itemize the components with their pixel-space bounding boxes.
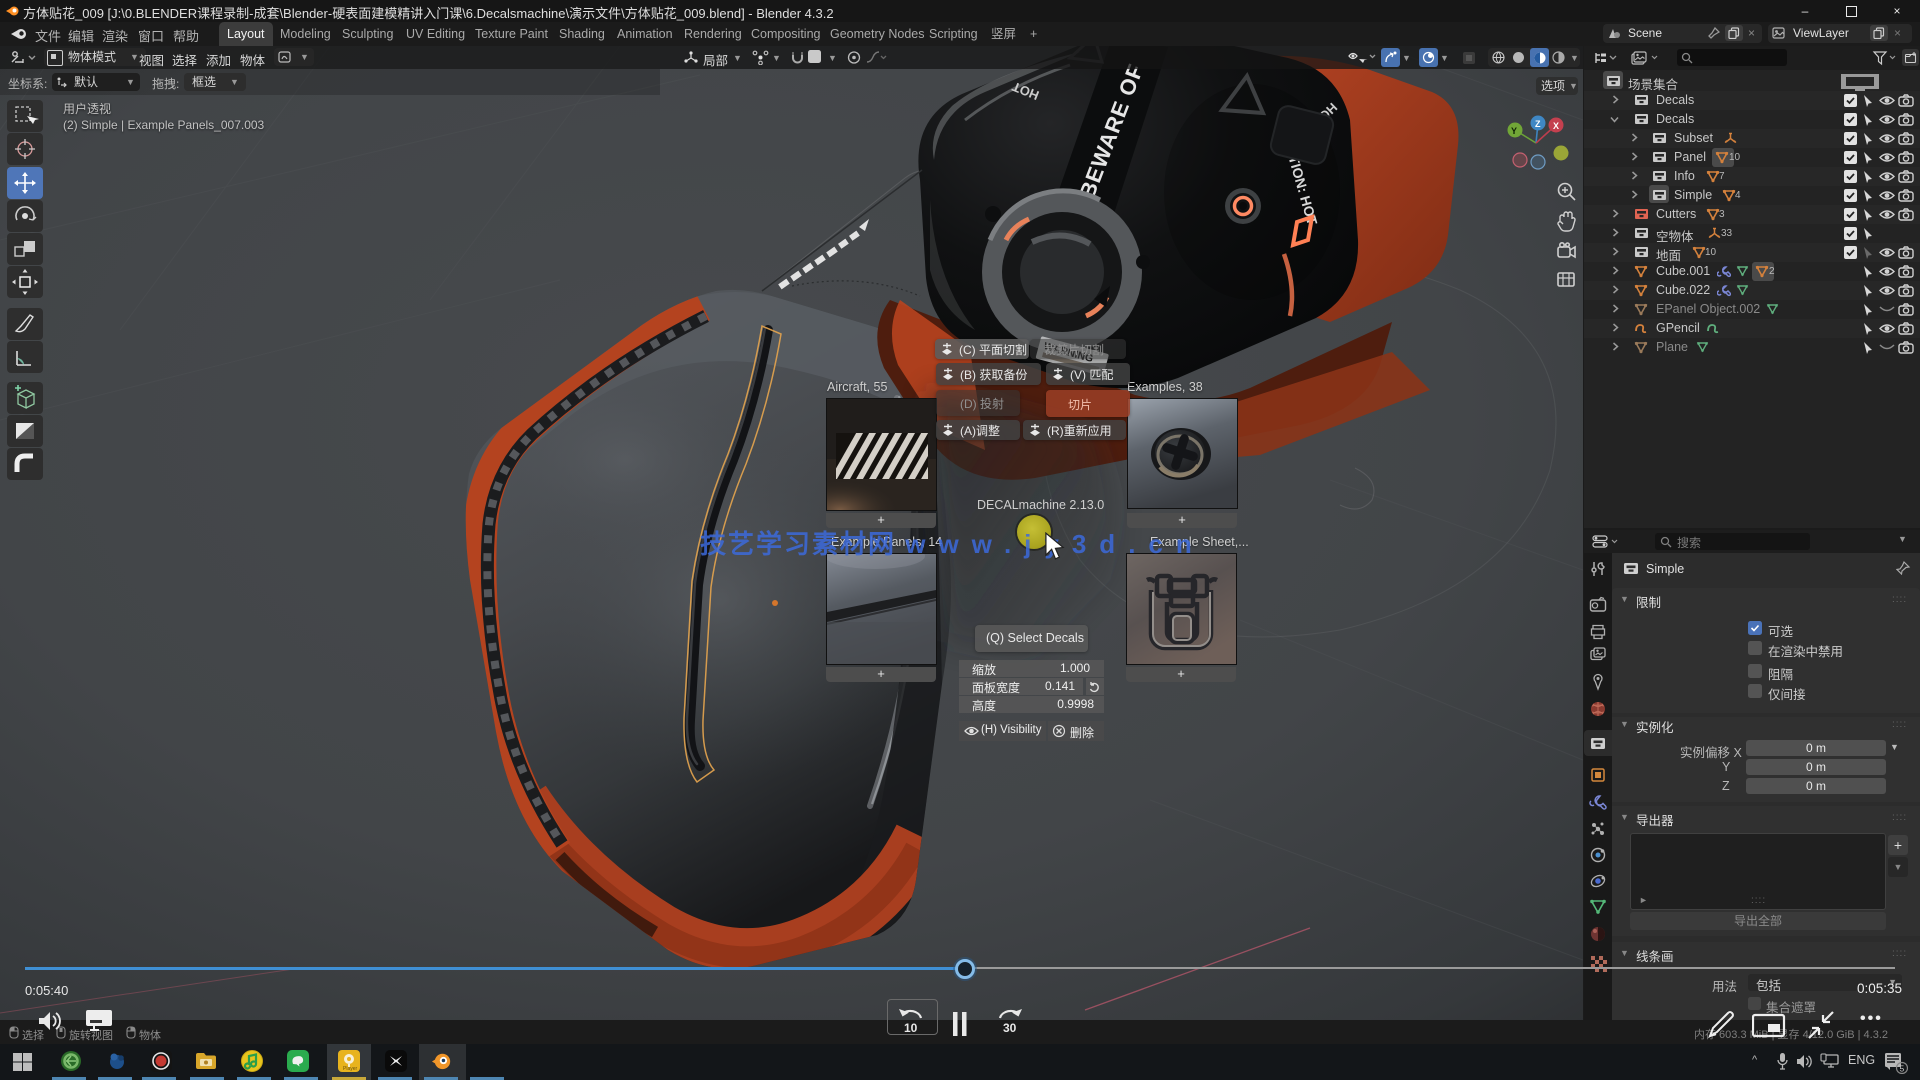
svg-text:Z: Z xyxy=(1535,119,1541,129)
svg-text:10: 10 xyxy=(904,1021,918,1035)
svg-text:X: X xyxy=(1553,121,1559,131)
svg-text:Player: Player xyxy=(343,1066,358,1072)
svg-text:5: 5 xyxy=(1900,1064,1905,1074)
svg-text:30: 30 xyxy=(1003,1021,1017,1035)
svg-text:Y: Y xyxy=(1511,126,1517,136)
